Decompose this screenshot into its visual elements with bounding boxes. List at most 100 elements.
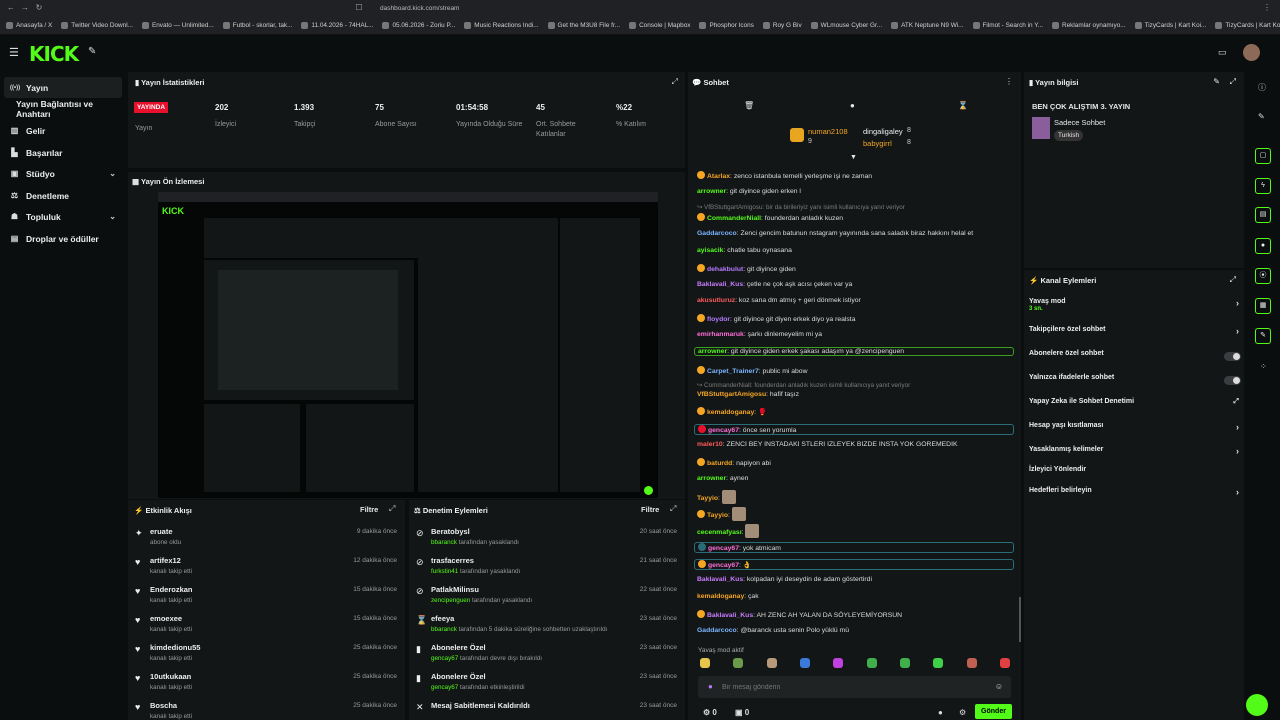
chat-message[interactable]: Baklavali_Kus: AH ZENC AH YALAN DA SÖYLE… bbox=[697, 610, 1017, 619]
bookmark-item[interactable]: Anasayfa / X bbox=[6, 22, 52, 29]
chat-username[interactable]: cecenmafyası bbox=[697, 529, 742, 536]
emote-icon[interactable] bbox=[799, 658, 810, 668]
sidebar-item-6[interactable]: ☗ Topluluk ⌄ bbox=[4, 206, 122, 227]
rail-list-icon[interactable]: ▦ bbox=[1255, 298, 1271, 314]
emote-icon[interactable] bbox=[833, 658, 844, 668]
activity-username[interactable]: kimdedionu55 bbox=[150, 643, 200, 652]
chat-message[interactable]: emirhanmaruk: şarkı dinlemeyelim mi ya bbox=[697, 331, 1017, 338]
chat-message[interactable]: Tayyio: bbox=[697, 507, 1017, 521]
chat-message[interactable]: Atarlax: zenco istanbula temelli yerleşm… bbox=[697, 171, 1017, 180]
pencil-icon[interactable]: ✎ bbox=[1258, 112, 1265, 121]
chat-input[interactable] bbox=[722, 679, 992, 695]
moderation-target[interactable]: efeeya bbox=[431, 614, 454, 623]
sidebar-item-2[interactable]: ▥ Gelir bbox=[4, 120, 122, 141]
chat-message[interactable]: Gaddarcoco: @baranck usta senin Polo yük… bbox=[697, 627, 1017, 634]
avatar[interactable] bbox=[1243, 44, 1260, 61]
bookmark-item[interactable]: 05.06.2026 - Zoriu P... bbox=[382, 22, 455, 29]
bookmark-item[interactable]: TizyCards | Kart Koi... bbox=[1134, 22, 1206, 29]
sidebar-item-5[interactable]: ⚖ Denetleme bbox=[4, 185, 122, 206]
moderator-name[interactable]: gencay67 bbox=[431, 684, 458, 691]
chat-username[interactable]: Baklavali_Kus bbox=[707, 612, 753, 619]
chat-username[interactable]: kemaldoganay bbox=[697, 593, 744, 600]
rail-lightning-icon[interactable]: ϟ bbox=[1255, 178, 1271, 194]
rail-doc-icon[interactable]: ▤ bbox=[1255, 207, 1271, 223]
moderation-filter-button[interactable]: Filtre bbox=[641, 505, 659, 514]
moderation-row[interactable]: ⊘ Beratobysl bbaranck tarafından yasakland… bbox=[409, 525, 685, 553]
rail-scan-icon[interactable]: ▢ bbox=[1255, 148, 1271, 164]
bookmark-item[interactable]: 11.04.2026 - 74HAL... bbox=[301, 22, 373, 29]
moderation-row[interactable]: ▮ Abonelere Özel gencay67 tarafından devre… bbox=[409, 641, 685, 669]
activity-row[interactable]: ✦ eruate abone oldu 9 dakika önce bbox=[128, 525, 405, 553]
chat-username[interactable]: Gaddarcoco bbox=[697, 627, 737, 634]
chat-message[interactable]: Baklavali_Kus: kolpadan iyi deseydin de … bbox=[697, 576, 1017, 583]
chat-username[interactable]: baturdd bbox=[707, 460, 732, 467]
chat-username[interactable]: arrowner bbox=[697, 475, 726, 482]
forward-icon[interactable]: → bbox=[20, 3, 30, 13]
moderator-name[interactable]: furkstin41 bbox=[431, 568, 458, 575]
emote-icon[interactable] bbox=[733, 658, 744, 668]
chat-menu-icon[interactable]: ⋮ bbox=[1005, 77, 1013, 86]
chat-message[interactable]: kemaldoganay: çak bbox=[697, 593, 1017, 600]
leader-2-name[interactable]: dingaligaley bbox=[863, 127, 903, 136]
emote-icon[interactable] bbox=[933, 658, 944, 668]
toggle-switch[interactable] bbox=[1224, 352, 1241, 361]
chat-username[interactable]: gencay67 bbox=[708, 562, 739, 569]
edit-icon[interactable]: ✎ bbox=[1213, 77, 1220, 86]
chat-scrollbar[interactable] bbox=[1019, 597, 1021, 642]
chat-username[interactable]: arrowner bbox=[698, 348, 727, 355]
bookmark-icon[interactable]: ☐ bbox=[354, 3, 364, 13]
chat-message[interactable]: ayisacik: chatle tabu oynasana bbox=[697, 247, 1017, 254]
chat-username[interactable]: Baklavali_Kus bbox=[697, 281, 743, 288]
activity-username[interactable]: 10utkukaan bbox=[150, 672, 191, 681]
address-bar[interactable]: dashboard.kick.com/stream bbox=[380, 3, 800, 14]
chat-message[interactable]: VfBStuttgartAmigosu: hafif taşız bbox=[697, 391, 1017, 398]
expand-icon[interactable]: ⤢ bbox=[672, 77, 678, 87]
channel-action-row[interactable]: Yapay Zeka ile Sohbet Denetimi ⤢ bbox=[1029, 398, 1241, 414]
chat-message[interactable]: Carpet_Trainer7: public mi abow bbox=[697, 366, 1017, 375]
activity-row[interactable]: ♥ 10utkukaan kanalı takip etti 25 dakika ön… bbox=[128, 670, 405, 698]
activity-username[interactable]: Boscha bbox=[150, 701, 177, 710]
chat-message[interactable]: baturdd: napiyon abi bbox=[697, 458, 1017, 467]
trash-icon[interactable]: 🗑 bbox=[744, 101, 754, 110]
hourglass-icon[interactable]: ⌛ bbox=[958, 101, 968, 110]
rail-live-icon[interactable]: ⦿ bbox=[1255, 268, 1271, 284]
activity-row[interactable]: ♥ Enderozkan kanalı takip etti 15 dakika ön… bbox=[128, 583, 405, 611]
chat-bubble-small-icon[interactable]: ● bbox=[938, 708, 943, 717]
reload-icon[interactable]: ↻ bbox=[34, 3, 44, 13]
activity-expand-icon[interactable]: ⤢ bbox=[389, 504, 395, 514]
chat-reply-context[interactable]: ↪ VfBStuttgartAmigosu: bir da birileriyi… bbox=[697, 204, 1017, 211]
sidebar-item-4[interactable]: ▣ Stüdyo ⌄ bbox=[4, 163, 122, 184]
moderation-target[interactable]: PatlakMilinsu bbox=[431, 585, 479, 594]
chat-message[interactable]: gencay67: yok atmicam bbox=[694, 542, 1014, 553]
leader-3-name[interactable]: babygirrl bbox=[863, 139, 892, 148]
activity-username[interactable]: emoexee bbox=[150, 614, 182, 623]
moderator-name[interactable]: gencay67 bbox=[431, 655, 458, 662]
mic-icon[interactable]: ● bbox=[708, 682, 713, 691]
chat-reply-context[interactable]: ↪ CommanderNiall: founderdan anladık kuz… bbox=[697, 382, 1017, 389]
chat-username[interactable]: Carpet_Trainer7 bbox=[707, 368, 759, 375]
rail-chat-icon[interactable]: ● bbox=[1255, 238, 1271, 254]
chat-username[interactable]: dehakbulut bbox=[707, 266, 743, 273]
emote-icon[interactable] bbox=[999, 658, 1010, 668]
moderation-row[interactable]: ⊘ PatlakMilinsu zencipenguen tarafından ya… bbox=[409, 583, 685, 611]
moderation-target[interactable]: Mesaj Sabitlemesi Kaldırıldı bbox=[431, 701, 530, 710]
chat-message[interactable]: arrowner: aynen bbox=[697, 475, 1017, 482]
activity-row[interactable]: ♥ emoexee kanalı takip etti 15 dakika önce bbox=[128, 612, 405, 640]
pin-icon[interactable]: ✎ bbox=[88, 46, 96, 57]
chat-message[interactable]: akusutluruz: koz sana dm atmış + geri dö… bbox=[697, 297, 1017, 304]
activity-username[interactable]: eruate bbox=[150, 527, 173, 536]
chat-message[interactable]: floydor: git diyince git diyen erkek diy… bbox=[697, 314, 1017, 323]
moderation-target[interactable]: Abonelere Özel bbox=[431, 643, 486, 652]
moderation-target[interactable]: Abonelere Özel bbox=[431, 672, 486, 681]
leaderboard-toggle-icon[interactable]: ▼ bbox=[850, 154, 857, 161]
hamburger-menu-icon[interactable]: ☰ bbox=[9, 46, 19, 59]
chat-message[interactable]: maler10: ZENCİ BEY İNSTADAKİ STLERİ İZLE… bbox=[697, 441, 1017, 448]
support-chat-icon[interactable] bbox=[1246, 694, 1268, 716]
chat-message[interactable]: Tayyio: bbox=[697, 490, 1017, 504]
chat-message[interactable]: cecenmafyası: bbox=[697, 524, 1017, 538]
chat-username[interactable]: Tayyio bbox=[697, 495, 718, 502]
moderation-row[interactable]: ⌛ efeeya bbaranck tarafından 5 dakika süre… bbox=[409, 612, 685, 640]
emote-icon[interactable] bbox=[766, 658, 777, 668]
chat-username[interactable]: kemaldoganay bbox=[707, 409, 754, 416]
moderation-row[interactable]: ⊘ trasfacerres furkstin41 tarafından yasak… bbox=[409, 554, 685, 582]
